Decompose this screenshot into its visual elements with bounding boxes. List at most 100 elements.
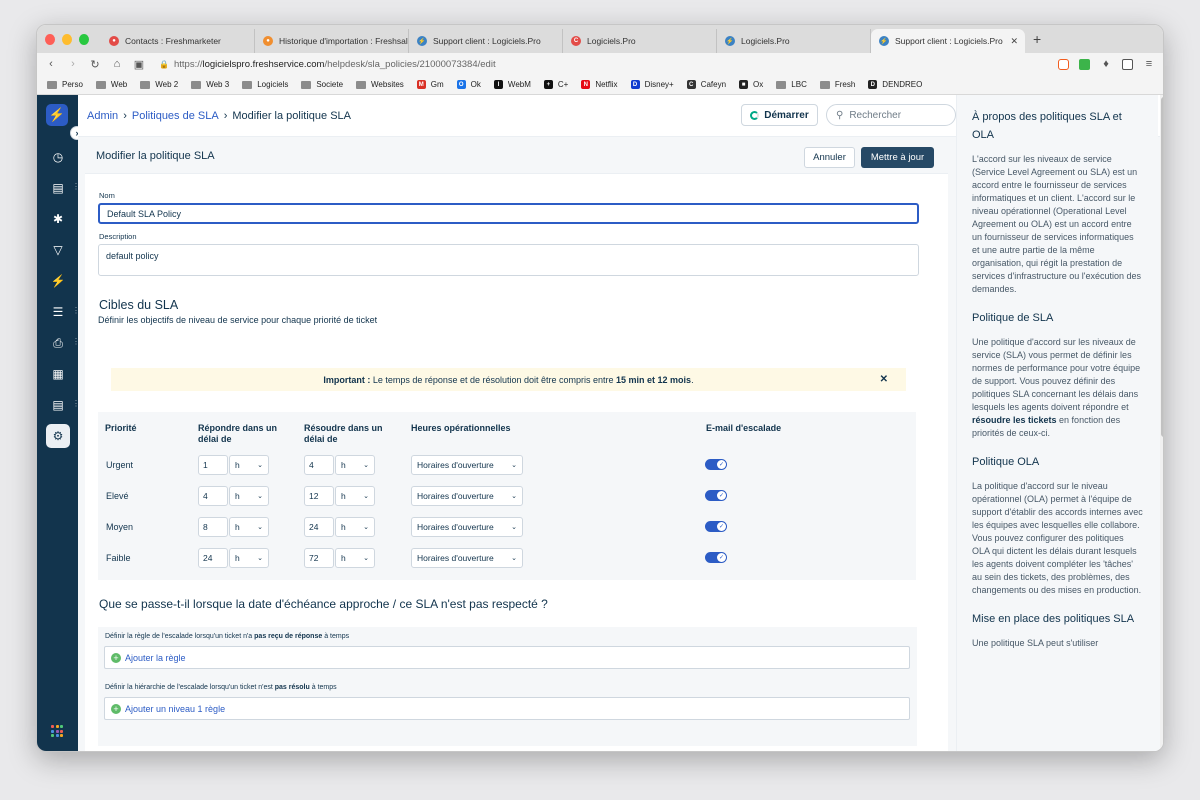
dashboard-icon[interactable]: ◷ [46, 145, 70, 169]
bookmark-label: Gm [430, 80, 444, 89]
bookmark-item[interactable]: Websites [356, 80, 404, 89]
bookmark-item[interactable]: ■ Ox [739, 80, 763, 89]
unit-value: h [235, 553, 240, 563]
browser-tab[interactable]: ● Historique d'importation : Freshsales [255, 29, 409, 53]
resolve-value-input[interactable]: 72 [304, 548, 334, 568]
forward-icon[interactable]: › [67, 58, 79, 70]
escalation-email-toggle[interactable]: ✓ [705, 490, 727, 501]
resolve-unit-select[interactable]: h ⌄ [335, 517, 375, 537]
back-icon[interactable]: ‹ [45, 58, 57, 70]
freshservice-logo-icon[interactable]: ⚡ [46, 104, 68, 126]
close-alert-icon[interactable]: ✕ [880, 374, 888, 385]
sidebar-toggle-icon[interactable] [1122, 58, 1133, 70]
bookmark-label: Ok [470, 80, 481, 89]
business-hours-select[interactable]: Horaires d'ouverture ⌄ [411, 455, 523, 475]
resolve-unit-select[interactable]: h ⌄ [335, 486, 375, 506]
start-button[interactable]: Démarrer [741, 104, 818, 126]
scrollbar-thumb[interactable] [1161, 97, 1163, 437]
bookmark-icon[interactable]: ▣ [133, 58, 145, 71]
bookmark-item[interactable]: O Ok [456, 80, 481, 89]
resolve-unit-select[interactable]: h ⌄ [335, 548, 375, 568]
menu-icon[interactable]: ≡ [1143, 58, 1155, 70]
add-response-rule[interactable]: + Ajouter la règle [104, 646, 910, 669]
bookmark-item[interactable]: LBC [776, 80, 807, 89]
bookmark-item[interactable]: Perso [47, 80, 83, 89]
app-switcher-icon[interactable] [51, 725, 63, 737]
update-button[interactable]: Mettre à jour [861, 147, 934, 168]
bookmark-item[interactable]: Societe [301, 80, 343, 89]
bookmark-item[interactable]: C Cafeyn [686, 80, 726, 89]
bookmark-item[interactable]: I WebM [493, 80, 531, 89]
bookmark-item[interactable]: Web [95, 80, 127, 89]
bookmark-favicon-icon: ■ [739, 80, 749, 89]
analytics-menu-icon[interactable]: ⋮ [72, 400, 80, 408]
assets-menu-icon[interactable]: ⋮ [72, 307, 80, 315]
breadcrumb-sla-policies[interactable]: Politiques de SLA [132, 110, 219, 122]
respond-value-input[interactable]: 1 [198, 455, 228, 475]
respond-unit-select[interactable]: h ⌄ [229, 455, 269, 475]
bookmark-item[interactable]: N Netflix [581, 80, 618, 89]
bookmark-item[interactable]: Fresh [819, 80, 855, 89]
resolve-value-input[interactable]: 12 [304, 486, 334, 506]
home-icon[interactable]: ⌂ [111, 58, 123, 70]
bookmark-item[interactable]: Web 3 [191, 80, 229, 89]
changes-icon[interactable]: ▽ [46, 238, 70, 262]
tickets-icon[interactable]: ▤ [46, 176, 70, 200]
respond-value-input[interactable]: 24 [198, 548, 228, 568]
purchases-icon[interactable]: ⎙ [46, 331, 70, 355]
analytics-icon[interactable]: ▤ [46, 393, 70, 417]
browser-tab[interactable]: ● Contacts : Freshmarketer [101, 29, 255, 53]
breadcrumb-admin[interactable]: Admin [87, 110, 118, 122]
search-input[interactable]: ⚲ Rechercher [826, 104, 956, 126]
description-textarea[interactable]: default policy [98, 244, 919, 276]
alert-bold: Important : [323, 374, 371, 385]
puzzle-icon[interactable]: ♦ [1100, 58, 1112, 70]
business-hours-select[interactable]: Horaires d'ouverture ⌄ [411, 517, 523, 537]
browser-tab[interactable]: ⚡ Logiciels.Pro [717, 29, 871, 53]
bookmark-item[interactable]: Web 2 [140, 80, 178, 89]
resolve-unit-select[interactable]: h ⌄ [335, 455, 375, 475]
close-tab-icon[interactable]: ✕ [1010, 36, 1018, 47]
bookmark-item[interactable]: D DENDREO [868, 80, 922, 89]
scrollbar[interactable] [1160, 95, 1163, 751]
minimize-window-button[interactable] [62, 33, 72, 45]
close-window-button[interactable] [45, 33, 55, 45]
maximize-window-button[interactable] [79, 33, 89, 45]
respond-unit-select[interactable]: h ⌄ [229, 548, 269, 568]
assets-icon[interactable]: ☰ [46, 300, 70, 324]
bookmark-item[interactable]: + C+ [543, 80, 568, 89]
business-hours-select[interactable]: Horaires d'ouverture ⌄ [411, 486, 523, 506]
resolve-value-input[interactable]: 24 [304, 517, 334, 537]
bookmark-item[interactable]: D Disney+ [630, 80, 674, 89]
escalation-email-toggle[interactable]: ✓ [705, 521, 727, 532]
problems-icon[interactable]: ✱ [46, 207, 70, 231]
escalation-email-toggle[interactable]: ✓ [705, 459, 727, 470]
purchases-menu-icon[interactable]: ⋮ [72, 338, 80, 346]
extension-icon[interactable] [1079, 58, 1090, 70]
solutions-book-icon[interactable]: ▦ [46, 362, 70, 386]
respond-value-input[interactable]: 8 [198, 517, 228, 537]
name-input[interactable]: Default SLA Policy [98, 203, 919, 224]
respond-unit-select[interactable]: h ⌄ [229, 517, 269, 537]
cancel-button[interactable]: Annuler [804, 147, 855, 168]
browser-tab[interactable]: ⚡ Support client : Logiciels.Pro [409, 29, 563, 53]
respond-unit-select[interactable]: h ⌄ [229, 486, 269, 506]
reload-icon[interactable]: ↻ [89, 58, 101, 71]
releases-icon[interactable]: ⚡ [46, 269, 70, 293]
business-hours-select[interactable]: Horaires d'ouverture ⌄ [411, 548, 523, 568]
resolve-value-input[interactable]: 4 [304, 455, 334, 475]
new-tab-button[interactable]: + [1033, 31, 1041, 47]
add-resolve-level[interactable]: + Ajouter un niveau 1 règle [104, 697, 910, 720]
search-placeholder: Rechercher [849, 109, 902, 121]
bookmark-item[interactable]: M Gm [416, 80, 444, 89]
escalation-email-toggle[interactable]: ✓ [705, 552, 727, 563]
admin-gear-icon[interactable]: ⚙ [46, 424, 70, 448]
tickets-menu-icon[interactable]: ⋮ [72, 183, 80, 191]
respond-value-input[interactable]: 4 [198, 486, 228, 506]
browser-tab[interactable]: C Logiciels.Pro [563, 29, 717, 53]
priority-label: Moyen [106, 522, 134, 532]
bookmark-item[interactable]: Logiciels [242, 80, 288, 89]
url-bar[interactable]: 🔒 https:// logicielspro.freshservice.com… [155, 55, 1048, 73]
browser-tab[interactable]: ⚡ Support client : Logiciels.Pro ✕ [871, 29, 1025, 53]
brave-shield-icon[interactable] [1058, 58, 1069, 70]
